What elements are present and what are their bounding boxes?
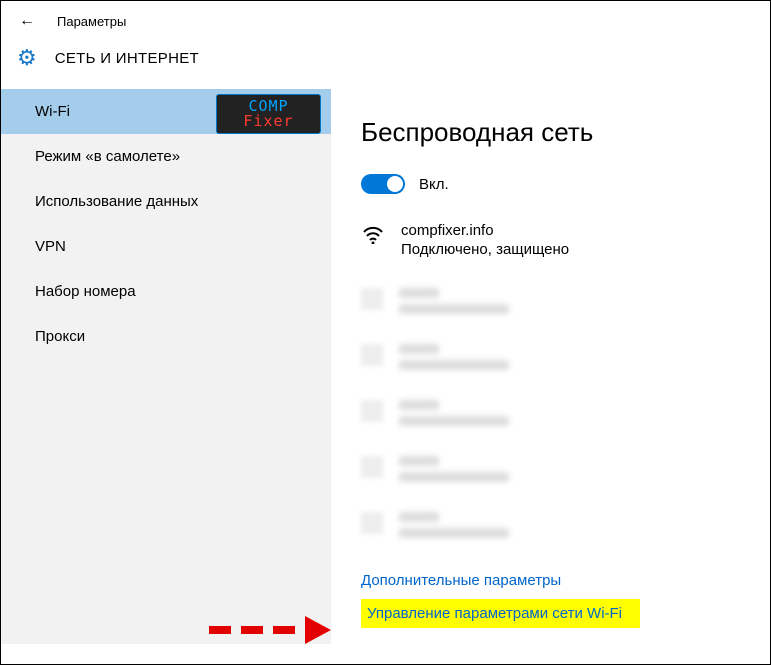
sidebar-item-data-usage[interactable]: Использование данных	[1, 179, 331, 224]
gear-icon: ⚙	[17, 47, 37, 69]
sidebar-item-label: Wi-Fi	[35, 103, 70, 120]
sidebar-item-label: Набор номера	[35, 283, 136, 300]
sidebar-item-vpn[interactable]: VPN	[1, 224, 331, 269]
network-item-blurred[interactable]	[361, 512, 740, 538]
network-item-blurred[interactable]	[361, 456, 740, 482]
network-item-blurred[interactable]	[361, 400, 740, 426]
sidebar-item-label: Прокси	[35, 328, 85, 345]
compfixer-logo: comp Fixer	[216, 94, 321, 134]
back-arrow-icon[interactable]: ←	[19, 12, 35, 30]
arrow-dash	[209, 626, 231, 634]
network-connected[interactable]: compfixer.info Подключено, защищено	[361, 222, 740, 258]
network-item-blurred[interactable]	[361, 344, 740, 370]
network-name: compfixer.info	[401, 222, 569, 239]
wifi-icon-blurred	[361, 344, 383, 366]
sidebar: Wi-Fi comp Fixer Режим «в самолете» Испо…	[1, 89, 331, 644]
logo-line2: Fixer	[243, 114, 293, 129]
section-title: СЕТЬ И ИНТЕРНЕТ	[55, 50, 199, 67]
arrow-dash	[241, 626, 263, 634]
titlebar: ← Параметры	[1, 1, 770, 41]
wifi-toggle[interactable]	[361, 174, 405, 194]
wifi-icon-blurred	[361, 400, 383, 422]
wifi-icon-blurred	[361, 512, 383, 534]
window-title: Параметры	[57, 14, 126, 29]
arrow-head-icon	[305, 616, 331, 644]
wifi-toggle-row: Вкл.	[361, 174, 740, 194]
advanced-settings-link[interactable]: Дополнительные параметры	[361, 572, 740, 589]
sidebar-item-dialup[interactable]: Набор номера	[1, 269, 331, 314]
wifi-icon-blurred	[361, 288, 383, 310]
content-area: Wi-Fi comp Fixer Режим «в самолете» Испо…	[1, 89, 770, 644]
header-row: ⚙ СЕТЬ И ИНТЕРНЕТ	[1, 41, 770, 89]
sidebar-item-airplane[interactable]: Режим «в самолете»	[1, 134, 331, 179]
sidebar-item-label: VPN	[35, 238, 66, 255]
toggle-knob	[387, 176, 403, 192]
manage-wifi-link[interactable]: Управление параметрами сети Wi-Fi	[361, 599, 640, 628]
wifi-icon-blurred	[361, 456, 383, 478]
wifi-icon	[361, 224, 385, 248]
network-status: Подключено, защищено	[401, 241, 569, 258]
sidebar-item-label: Режим «в самолете»	[35, 148, 180, 165]
sidebar-item-proxy[interactable]: Прокси	[1, 314, 331, 359]
main-panel: Беспроводная сеть Вкл. compfixer.info По…	[331, 89, 770, 644]
toggle-label: Вкл.	[419, 176, 449, 193]
arrow-dash	[273, 626, 295, 634]
network-item-blurred[interactable]	[361, 288, 740, 314]
page-heading: Беспроводная сеть	[361, 117, 740, 148]
annotation-arrow	[209, 616, 331, 644]
sidebar-item-label: Использование данных	[35, 193, 198, 210]
sidebar-item-wifi[interactable]: Wi-Fi comp Fixer	[1, 89, 331, 134]
